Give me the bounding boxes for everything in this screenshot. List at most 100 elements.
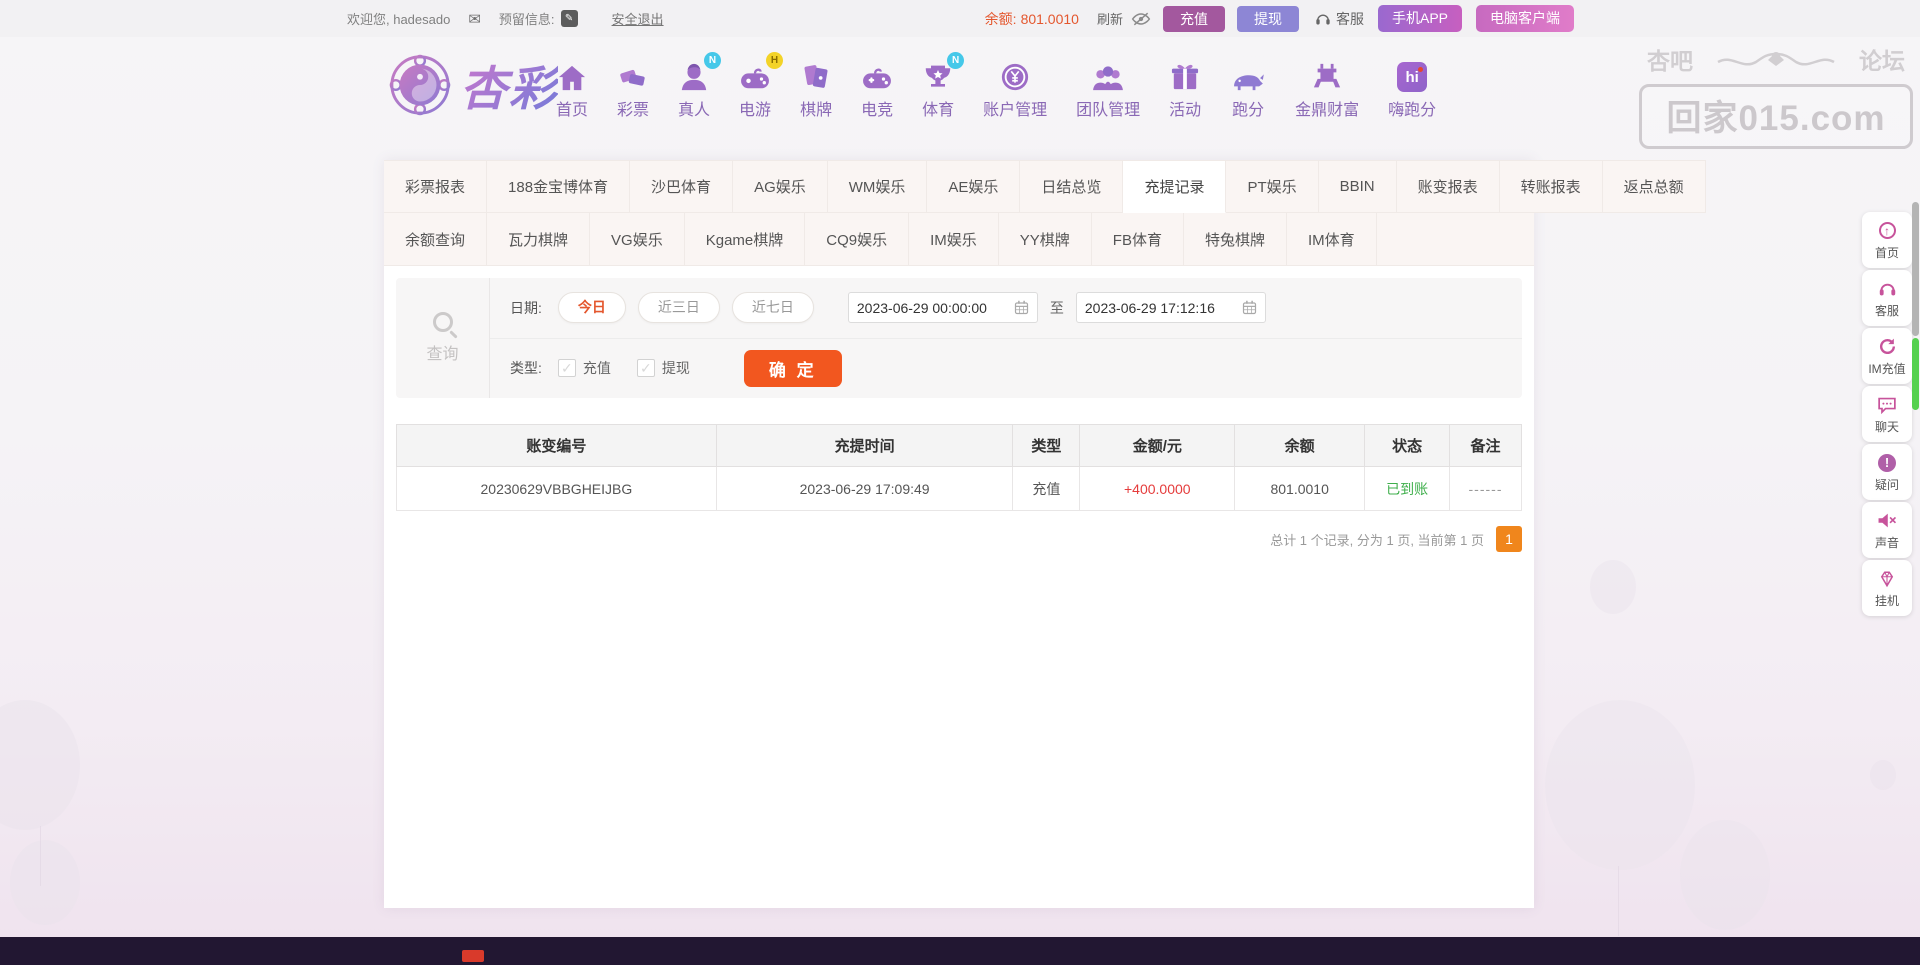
- tab-fb[interactable]: FB体育: [1091, 213, 1184, 266]
- logout-link[interactable]: 安全退出: [612, 9, 664, 28]
- date-from-input[interactable]: 2023-06-29 00:00:00: [847, 292, 1038, 324]
- tab-kgame[interactable]: Kgame棋牌: [684, 213, 806, 266]
- nav-item-account[interactable]: 账户管理: [983, 58, 1047, 120]
- pc-client-button[interactable]: 电脑客户端: [1476, 5, 1574, 32]
- headset-icon: [1878, 278, 1897, 300]
- site-logo[interactable]: 杏彩: [388, 50, 558, 119]
- mobile-app-button[interactable]: 手机APP: [1377, 5, 1462, 32]
- balance-value: 801.0010: [1020, 10, 1079, 27]
- tab-wali[interactable]: 瓦力棋牌: [487, 213, 591, 266]
- tab-vg[interactable]: VG娱乐: [590, 213, 685, 266]
- nav-item-hipaofen[interactable]: hi 嗨跑分: [1388, 58, 1436, 120]
- nav-item-esports[interactable]: 电竞: [861, 58, 893, 120]
- preset-today-button[interactable]: 今日: [557, 292, 626, 324]
- table-header-row: 账变编号 充提时间 类型 金额/元 余额 状态 备注: [396, 424, 1522, 467]
- tab-fandianzonge[interactable]: 返点总额: [1602, 160, 1706, 213]
- cell-time: 2023-06-29 17:09:49: [715, 466, 1014, 511]
- sidebar-item-idle[interactable]: 挂机: [1862, 560, 1912, 616]
- main-panel: 彩票报表 188金宝博体育 沙巴体育 AG娱乐 WM娱乐 AE娱乐 日结总览 充…: [384, 160, 1706, 908]
- sidebar-item-service[interactable]: 客服: [1862, 270, 1912, 326]
- sidebar-item-home[interactable]: ↑ 首页: [1862, 212, 1912, 268]
- mail-icon[interactable]: ✉: [468, 10, 481, 28]
- tab-ae[interactable]: AE娱乐: [927, 160, 1021, 213]
- nav-item-lottery[interactable]: 彩票: [617, 58, 649, 120]
- tab-188jinbaobo[interactable]: 188金宝博体育: [487, 160, 631, 213]
- gem-icon: [1877, 568, 1897, 590]
- sidebar-item-im-recharge[interactable]: IM充值: [1862, 328, 1912, 384]
- tab-im-tiyu[interactable]: IM体育: [1286, 213, 1377, 266]
- page-1-button[interactable]: 1: [1496, 526, 1522, 552]
- nav-item-home[interactable]: 首页: [556, 58, 588, 120]
- tab-zhuanzhangbaobiao[interactable]: 转账报表: [1499, 160, 1603, 213]
- table-row: 20230629VBBGHEIJBG 2023-06-29 17:09:49 充…: [396, 466, 1522, 511]
- tab-caipiaobaobiao[interactable]: 彩票报表: [384, 160, 488, 213]
- tab-tetu[interactable]: 特兔棋牌: [1183, 213, 1287, 266]
- nav-item-promotions[interactable]: 活动: [1169, 58, 1201, 120]
- customer-service-link[interactable]: 客服: [1315, 9, 1364, 29]
- refresh-link[interactable]: 刷新: [1097, 9, 1123, 28]
- nav-item-boardgames[interactable]: 棋牌: [800, 58, 832, 120]
- tab-ag[interactable]: AG娱乐: [733, 160, 828, 213]
- home-icon: [557, 58, 587, 92]
- cell-amount: +400.0000: [1079, 466, 1236, 511]
- tab-bbin[interactable]: BBIN: [1318, 160, 1397, 213]
- forum-watermark: 杏吧 论坛 回家015.com: [1639, 42, 1913, 149]
- confirm-button[interactable]: 确 定: [743, 349, 842, 387]
- footer-bar: [0, 937, 1920, 965]
- tab-wm[interactable]: WM娱乐: [827, 160, 928, 213]
- col-status: 状态: [1364, 424, 1451, 467]
- calendar-icon[interactable]: [1242, 300, 1257, 315]
- sidebar-item-question[interactable]: ! 疑问: [1862, 444, 1912, 500]
- preset-7days-button[interactable]: 近七日: [731, 292, 814, 324]
- tab-im-yule[interactable]: IM娱乐: [909, 213, 999, 266]
- tab-pt[interactable]: PT娱乐: [1226, 160, 1319, 213]
- nav-item-live[interactable]: N 真人: [678, 52, 722, 120]
- date-to-input[interactable]: 2023-06-29 17:12:16: [1075, 292, 1266, 324]
- sidebar-item-sound[interactable]: 声音: [1862, 502, 1912, 558]
- tab-yy[interactable]: YY棋牌: [998, 213, 1092, 266]
- records-table: 账变编号 充提时间 类型 金额/元 余额 状态 备注 20230629VBBGH…: [396, 424, 1522, 511]
- tabs-filler: [1376, 213, 1534, 266]
- logo-text: 杏彩: [460, 50, 558, 119]
- cell-record-no: 20230629VBBGHEIJBG: [396, 466, 717, 511]
- nav-item-jinding[interactable]: 金鼎财富: [1295, 58, 1359, 120]
- scrollbar-track[interactable]: [1911, 0, 1919, 965]
- withdraw-button[interactable]: 提现: [1236, 5, 1299, 32]
- coin-icon: [1000, 58, 1030, 92]
- sidebar-item-chat[interactable]: 聊天: [1862, 386, 1912, 442]
- cell-type: 充值: [1012, 466, 1081, 511]
- cell-balance: 801.0010: [1234, 466, 1366, 511]
- chat-bubble-icon: [1877, 394, 1897, 416]
- preset-3days-button[interactable]: 近三日: [637, 292, 720, 324]
- tab-rijiezonglan[interactable]: 日结总览: [1020, 160, 1124, 213]
- nav-item-team[interactable]: 团队管理: [1076, 58, 1140, 120]
- deposit-button[interactable]: 充值: [1162, 5, 1225, 32]
- nav-item-paofen[interactable]: 跑分: [1230, 58, 1266, 120]
- back-to-top-icon: ↑: [1878, 220, 1896, 242]
- edit-icon[interactable]: ✎: [560, 10, 578, 27]
- lottery-ticket-icon: [617, 58, 649, 92]
- balloon-decoration: [1590, 560, 1636, 614]
- sound-muted-icon: [1877, 510, 1897, 532]
- tab-shaba[interactable]: 沙巴体育: [630, 160, 734, 213]
- tab-yuechaxun[interactable]: 余额查询: [384, 213, 488, 266]
- calendar-icon[interactable]: [1014, 300, 1029, 315]
- eye-off-icon[interactable]: [1131, 11, 1151, 27]
- tab-zhangbianbaobiao[interactable]: 账变报表: [1396, 160, 1500, 213]
- to-label: 至: [1049, 299, 1064, 316]
- tab-chongtijilu-active[interactable]: 充提记录: [1123, 160, 1227, 213]
- floating-sidebar: ↑ 首页 客服 IM充值 聊天 ! 疑问 声音 挂机: [1862, 212, 1912, 616]
- topbar: 欢迎您, hadesado ✉ 预留信息: ✎ 安全退出 余额: 801.001…: [0, 0, 1920, 37]
- nav-item-sports[interactable]: N 体育: [922, 52, 965, 120]
- cell-status: 已到账: [1364, 466, 1451, 511]
- col-record-no: 账变编号: [396, 424, 717, 467]
- type-withdraw-checkbox[interactable]: ✓ 提现: [636, 358, 690, 378]
- footer-logo: [462, 950, 484, 962]
- scrollbar-thumb[interactable]: [1912, 202, 1919, 336]
- search-icon: [432, 312, 453, 332]
- nav-item-slots[interactable]: H 电游: [739, 52, 784, 120]
- watermark-site-url: 回家015.com: [1639, 84, 1913, 149]
- hi-app-icon: hi: [1397, 58, 1428, 92]
- tab-cq9[interactable]: CQ9娱乐: [805, 213, 910, 266]
- type-deposit-checkbox[interactable]: ✓ 充值: [557, 358, 611, 378]
